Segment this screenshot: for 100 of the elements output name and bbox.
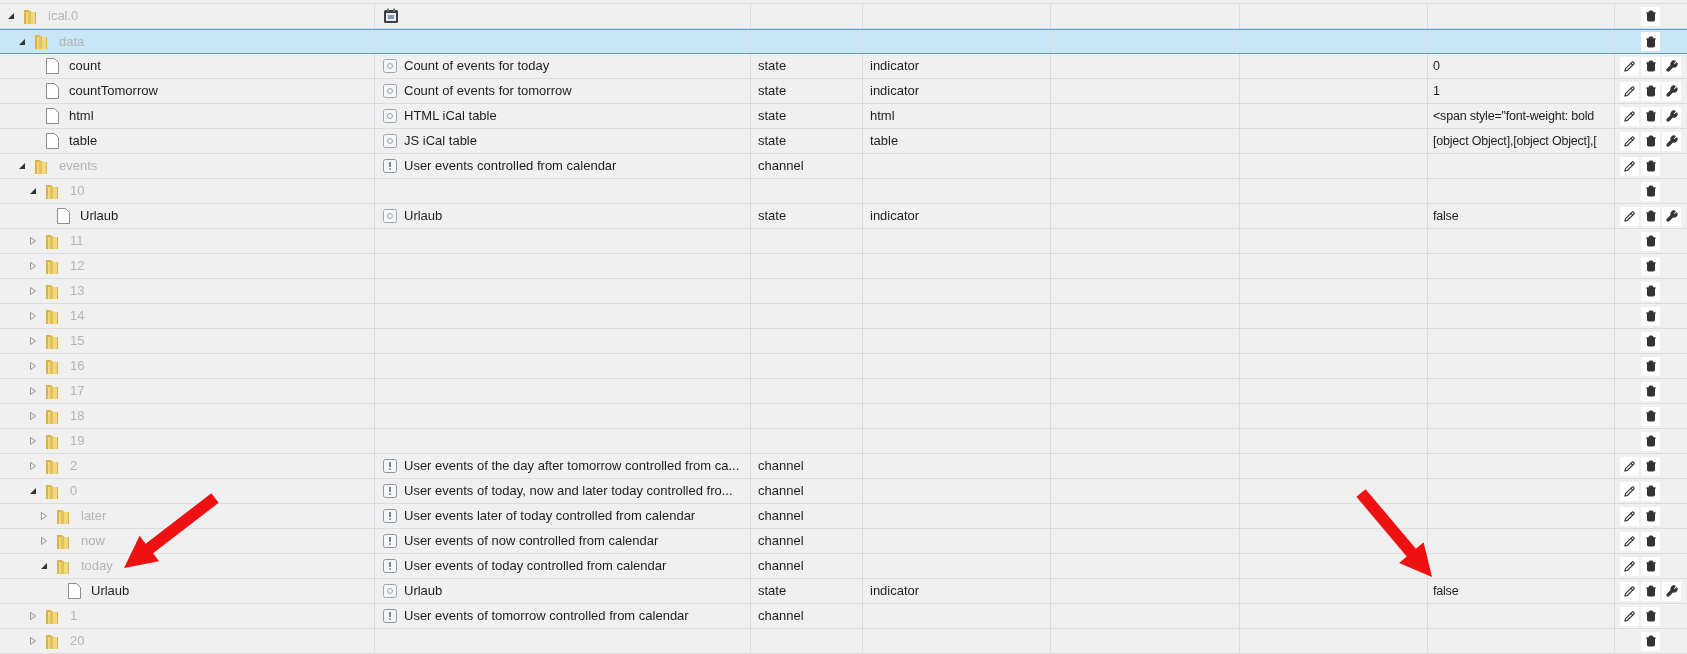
delete-button[interactable] [1641, 231, 1660, 251]
delete-button[interactable] [1641, 531, 1660, 551]
folder-name: 15 [70, 332, 85, 351]
tree-row[interactable]: table JS iCal table state table [object Object],[object Object],[ [0, 129, 1687, 154]
object-name: Urlaub [80, 207, 119, 226]
pencil-icon [1624, 560, 1635, 572]
collapse-triangle-icon[interactable] [18, 162, 26, 170]
tree-row[interactable]: count Count of events for today state indicator 0 [0, 54, 1687, 79]
trash-icon [1644, 610, 1657, 622]
folder-icon [44, 357, 60, 375]
edit-button[interactable] [1620, 131, 1639, 151]
trash-icon [1644, 460, 1657, 472]
pencil-icon [1624, 110, 1635, 122]
trash-icon [1644, 35, 1657, 48]
trash-icon [1644, 210, 1657, 222]
type-text: channel [758, 607, 804, 626]
delete-button[interactable] [1641, 106, 1660, 126]
tree-row[interactable]: later User events later of today controlled from calendar channel [0, 504, 1687, 529]
delete-button[interactable] [1641, 456, 1660, 476]
tree-row[interactable]: now User events of now controlled from calendar channel [0, 529, 1687, 554]
edit-button[interactable] [1620, 456, 1639, 476]
delete-button[interactable] [1641, 406, 1660, 426]
delete-button[interactable] [1641, 81, 1660, 101]
edit-button[interactable] [1620, 581, 1639, 601]
delete-button[interactable] [1641, 606, 1660, 626]
role-text: indicator [870, 582, 920, 601]
delete-button[interactable] [1641, 206, 1660, 226]
delete-button[interactable] [1641, 6, 1660, 26]
settings-button[interactable] [1662, 106, 1681, 126]
role-text: table [870, 132, 899, 151]
wrench-icon [1665, 110, 1678, 122]
folder-name: 14 [70, 307, 85, 326]
delete-button[interactable] [1641, 431, 1660, 451]
tree-row[interactable]: 0 User events of today, now and later today controlled fro... channel [0, 479, 1687, 504]
delete-button[interactable] [1641, 356, 1660, 376]
delete-button[interactable] [1641, 131, 1660, 151]
delete-button[interactable] [1641, 156, 1660, 176]
edit-button[interactable] [1620, 106, 1639, 126]
settings-button[interactable] [1662, 131, 1681, 151]
collapse-triangle-icon[interactable] [7, 12, 15, 20]
description-text: User events later of today controlled from calendar [404, 507, 696, 526]
pencil-icon [1624, 460, 1635, 472]
folder-name: 13 [70, 282, 85, 301]
channel-icon [383, 459, 397, 473]
value-text: <span style="font-weight: bold [1433, 107, 1595, 125]
edit-button[interactable] [1620, 531, 1639, 551]
delete-button[interactable] [1641, 181, 1660, 201]
file-icon [46, 58, 59, 74]
delete-button[interactable] [1641, 631, 1660, 651]
delete-button[interactable] [1641, 281, 1660, 301]
type-text: state [758, 82, 787, 101]
trash-icon [1644, 560, 1657, 572]
collapse-triangle-icon[interactable] [29, 487, 37, 495]
edit-button[interactable] [1620, 481, 1639, 501]
delete-button[interactable] [1641, 256, 1660, 276]
trash-icon [1644, 385, 1657, 397]
folder-name: 11 [70, 232, 84, 251]
edit-button[interactable] [1620, 206, 1639, 226]
channel-icon [383, 509, 397, 523]
folder-name: 1 [70, 607, 78, 626]
role-text: indicator [870, 207, 920, 226]
trash-icon [1644, 510, 1657, 522]
tree-row[interactable]: html HTML iCal table state html <span style="font-weight: bold [0, 104, 1687, 129]
collapse-triangle-icon[interactable] [18, 37, 26, 46]
settings-button[interactable] [1662, 581, 1681, 601]
delete-button[interactable] [1641, 56, 1660, 76]
edit-button[interactable] [1620, 56, 1639, 76]
trash-icon [1644, 335, 1657, 347]
delete-button[interactable] [1641, 481, 1660, 501]
delete-button[interactable] [1641, 32, 1660, 51]
edit-button[interactable] [1620, 81, 1639, 101]
delete-button[interactable] [1641, 556, 1660, 576]
folder-icon [44, 457, 60, 475]
settings-button[interactable] [1662, 56, 1681, 76]
trash-icon [1644, 10, 1657, 22]
edit-button[interactable] [1620, 506, 1639, 526]
tree-row[interactable]: events User events controlled from calendar channel [0, 154, 1687, 179]
delete-button[interactable] [1641, 331, 1660, 351]
calendar-icon [383, 8, 399, 24]
wrench-icon [1665, 210, 1678, 222]
tree-row[interactable]: 2 User events of the day after tomorrow controlled from ca... channel [0, 454, 1687, 479]
tree-row[interactable]: Urlaub Urlaub state indicator false [0, 579, 1687, 604]
description-text: User events controlled from calendar [404, 157, 617, 176]
edit-button[interactable] [1620, 556, 1639, 576]
edit-button[interactable] [1620, 156, 1639, 176]
collapse-triangle-icon[interactable] [40, 562, 48, 570]
tree-row[interactable]: 1 User events of tomorrow controlled from calendar channel [0, 604, 1687, 629]
delete-button[interactable] [1641, 506, 1660, 526]
value-text: false [1433, 207, 1459, 225]
tree-row[interactable]: Urlaub Urlaub state indicator false [0, 204, 1687, 229]
edit-button[interactable] [1620, 606, 1639, 626]
delete-button[interactable] [1641, 306, 1660, 326]
delete-button[interactable] [1641, 381, 1660, 401]
settings-button[interactable] [1662, 81, 1681, 101]
state-icon [383, 59, 397, 73]
collapse-triangle-icon[interactable] [29, 187, 37, 195]
delete-button[interactable] [1641, 581, 1660, 601]
tree-row[interactable]: countTomorrow Count of events for tomorrow state indicator 1 [0, 79, 1687, 104]
settings-button[interactable] [1662, 206, 1681, 226]
tree-row[interactable]: today User events of today controlled from calendar channel [0, 554, 1687, 579]
